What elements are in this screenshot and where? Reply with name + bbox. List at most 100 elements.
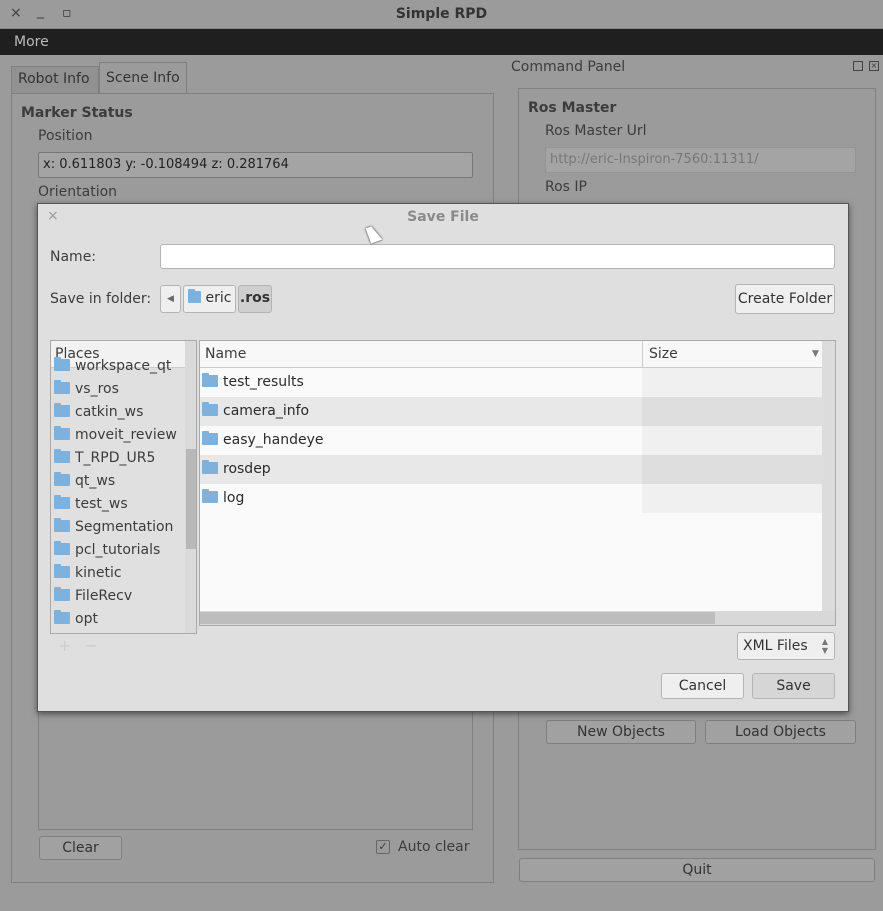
auto-clear-label: Auto clear [398, 839, 470, 855]
file-size [642, 368, 822, 397]
places-scrollbar[interactable] [185, 341, 196, 633]
file-size [642, 484, 822, 513]
save-file-dialog: × Save File Name: Save in folder: ◀ eric… [37, 203, 849, 712]
tab-scene-info[interactable]: Scene Info [99, 62, 187, 94]
place-item[interactable]: catkin_ws [51, 401, 185, 424]
position-label: Position [38, 128, 93, 144]
folder-icon [54, 564, 70, 578]
file-size [642, 426, 822, 455]
file-filter-value: XML Files [743, 638, 808, 654]
column-size[interactable]: Size [642, 341, 822, 367]
folder-icon [202, 431, 218, 445]
path-back-button[interactable]: ◀ [160, 285, 181, 313]
file-name: rosdep [223, 461, 271, 477]
folder-icon [54, 587, 70, 601]
file-row[interactable]: easy_handeye [200, 426, 822, 455]
folder-icon [202, 402, 218, 416]
create-folder-button[interactable]: Create Folder [735, 284, 835, 314]
save-in-folder-label: Save in folder: [50, 291, 152, 307]
command-panel-title: Command Panel [511, 59, 626, 75]
file-name: log [223, 490, 245, 506]
place-item[interactable]: kinetic [51, 562, 185, 585]
place-item[interactable]: opt [51, 608, 185, 631]
file-row[interactable]: test_results [200, 368, 822, 397]
file-size [642, 397, 822, 426]
place-item[interactable]: qt_ws [51, 470, 185, 493]
ros-master-url-field[interactable]: http://eric-Inspiron-7560:11311/ [545, 147, 856, 173]
place-item[interactable]: pcl_tutorials [51, 539, 185, 562]
place-item[interactable]: T_RPD_UR5 [51, 447, 185, 470]
file-filter-select[interactable]: XML Files ▲ ▼ [737, 632, 835, 660]
folder-icon [54, 610, 70, 624]
save-button[interactable]: Save [752, 673, 835, 699]
add-place-button[interactable]: + [58, 636, 71, 655]
log-area[interactable] [38, 700, 473, 830]
folder-icon [54, 449, 70, 463]
folder-icon [54, 495, 70, 509]
place-label: opt [75, 611, 98, 627]
name-input[interactable] [160, 244, 835, 269]
file-list-header: Name Size ▼ [200, 341, 822, 368]
orientation-label: Orientation [38, 184, 118, 200]
clear-button[interactable]: Clear [39, 836, 122, 860]
file-list: Name Size ▼ test_results camera_info easy_… [199, 340, 836, 626]
window-title: Simple RPD [395, 6, 488, 22]
folder-icon [202, 373, 218, 387]
file-row[interactable]: log [200, 484, 822, 513]
load-objects-button[interactable]: Load Objects [705, 720, 856, 744]
remove-place-button[interactable]: − [84, 636, 97, 655]
place-label: kinetic [75, 565, 122, 581]
file-row[interactable]: rosdep [200, 455, 822, 484]
folder-icon [202, 460, 218, 474]
place-label: FileRecv [75, 588, 133, 604]
folder-icon [54, 541, 70, 555]
float-icon[interactable] [853, 61, 863, 71]
ros-ip-label: Ros IP [545, 179, 587, 195]
cancel-button[interactable]: Cancel [661, 673, 744, 699]
place-label: Segmentation [75, 519, 174, 535]
spinner-icon: ▲ ▼ [821, 637, 828, 655]
folder-icon [54, 357, 70, 371]
folder-icon [54, 380, 70, 394]
folder-icon [54, 426, 70, 440]
file-hscroll-thumb[interactable] [200, 612, 715, 624]
path-ros-button[interactable]: .ros [238, 285, 272, 313]
place-label: T_RPD_UR5 [75, 450, 156, 466]
place-label: qt_ws [75, 473, 116, 489]
column-name[interactable]: Name [205, 341, 246, 367]
marker-status-heading: Marker Status [21, 105, 133, 121]
file-vscrollbar[interactable] [822, 341, 835, 611]
folder-icon [54, 518, 70, 532]
file-hscrollbar[interactable] [200, 611, 835, 625]
close-panel-icon[interactable]: × [869, 61, 879, 71]
new-objects-button[interactable]: New Objects [546, 720, 696, 744]
folder-icon [54, 472, 70, 486]
ros-master-url-label: Ros Master Url [545, 123, 647, 139]
place-item[interactable]: Segmentation [51, 516, 185, 539]
quit-button[interactable]: Quit [519, 858, 875, 882]
place-label: workspace_qt [75, 358, 172, 374]
file-name: test_results [223, 374, 304, 390]
file-name: easy_handeye [223, 432, 324, 448]
places-scroll-thumb[interactable] [186, 449, 196, 549]
path-eric-button[interactable]: eric [183, 285, 236, 313]
place-label: moveit_review [75, 427, 177, 443]
place-item[interactable]: workspace_qt [51, 355, 185, 378]
place-label: test_ws [75, 496, 128, 512]
sort-down-icon: ▼ [812, 349, 819, 359]
path-eric-label: eric [205, 290, 232, 306]
place-item[interactable]: FileRecv [51, 585, 185, 608]
dialog-title: Save File [407, 209, 479, 225]
place-item[interactable]: test_ws [51, 493, 185, 516]
place-item[interactable]: vs_ros [51, 378, 185, 401]
menu-more[interactable]: More [14, 34, 49, 50]
name-label: Name: [50, 249, 97, 265]
position-field[interactable]: x: 0.611803 y: -0.108494 z: 0.281764 [38, 152, 473, 178]
auto-clear-checkbox[interactable]: ✓ [376, 840, 390, 854]
place-item[interactable]: moveit_review [51, 424, 185, 447]
tab-robot-info[interactable]: Robot Info [11, 66, 99, 94]
home-folder-icon [187, 289, 201, 303]
window-titlebar: × _ ▫ Simple RPD [0, 0, 883, 29]
file-row[interactable]: camera_info [200, 397, 822, 426]
file-name: camera_info [223, 403, 310, 419]
